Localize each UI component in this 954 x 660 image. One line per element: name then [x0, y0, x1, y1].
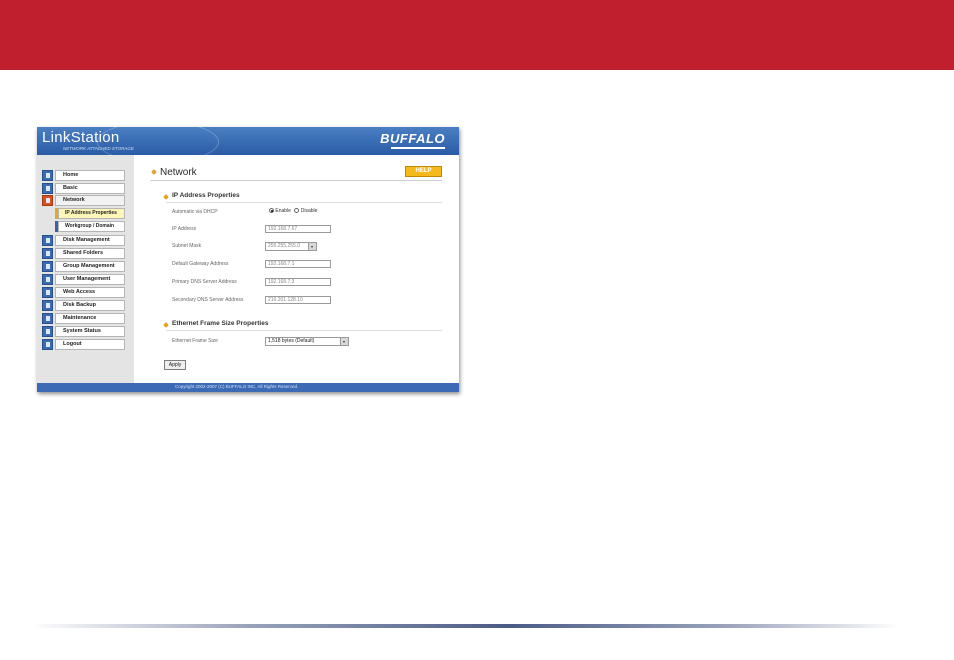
- basic-icon: [42, 183, 53, 194]
- copyright-text: Copyright 2002-2007 (C) BUFFALO INC. All…: [175, 384, 299, 389]
- frame-size-label: Ethernet Frame Size: [172, 338, 218, 344]
- primary-dns-label: Primary DNS Server Address: [172, 279, 237, 285]
- ip-address-label: IP Address: [172, 226, 197, 232]
- sidebar-item-label: Basic: [55, 183, 125, 194]
- brand-subtitle: NETWORK ATTACHED STORAGE: [63, 146, 134, 151]
- sidebar-item-label: System Status: [55, 326, 125, 337]
- sidebar-item-logout[interactable]: Logout: [42, 339, 125, 350]
- sidebar-item-group-management[interactable]: Group Management: [42, 261, 125, 272]
- chevron-down-icon: [340, 338, 348, 345]
- sidebar-subitem-workgroup-domain[interactable]: Workgroup / Domain: [55, 221, 125, 232]
- sidebar-item-label: Group Management: [55, 261, 125, 272]
- dhcp-disable-label: Disable: [300, 208, 318, 214]
- home-icon: [42, 170, 53, 181]
- ip-section-title: IP Address Properties: [172, 192, 240, 199]
- sidebar-item-label: Logout: [55, 339, 125, 350]
- user-icon: [42, 274, 53, 285]
- bottom-divider: [30, 624, 900, 628]
- buffalo-logo: BUFFALO: [380, 131, 445, 146]
- secondary-dns-label: Secondary DNS Server Address: [172, 297, 244, 303]
- sidebar-item-label: User Management: [55, 274, 125, 285]
- subnet-mask-select[interactable]: 255.255.255.0: [265, 242, 317, 251]
- sidebar-item-home[interactable]: Home: [42, 170, 125, 181]
- folder-icon: [42, 248, 53, 259]
- title-arrow-icon: [151, 169, 157, 175]
- backup-icon: [42, 300, 53, 311]
- gateway-label: Default Gateway Address: [172, 261, 229, 267]
- disk-icon: [42, 235, 53, 246]
- apply-button[interactable]: Apply: [164, 360, 186, 370]
- top-banner: [0, 0, 954, 70]
- sidebar: Home Basic Network IP Address Properties…: [37, 155, 134, 383]
- sidebar-item-label: Home: [55, 170, 125, 181]
- dhcp-label: Automatic via DHCP: [172, 209, 218, 215]
- title-divider: [150, 180, 442, 181]
- frame-size-value: 1,518 bytes (Default): [268, 338, 315, 344]
- main-content: Network HELP IP Address Properties Autom…: [134, 155, 459, 383]
- primary-dns-input[interactable]: 192.168.7.3: [265, 278, 331, 286]
- app-header: LinkStation NETWORK ATTACHED STORAGE BUF…: [37, 127, 459, 163]
- network-icon: [42, 195, 53, 206]
- web-icon: [42, 287, 53, 298]
- dhcp-disable-radio[interactable]: [294, 208, 300, 214]
- status-icon: [42, 326, 53, 337]
- sidebar-item-maintenance[interactable]: Maintenance: [42, 313, 125, 324]
- sidebar-item-user-management[interactable]: User Management: [42, 274, 125, 285]
- logout-icon: [42, 339, 53, 350]
- frame-section-divider: [166, 330, 442, 331]
- sidebar-item-disk-management[interactable]: Disk Management: [42, 235, 125, 246]
- ip-section-divider: [166, 202, 442, 203]
- sidebar-subitem-ip-address-properties[interactable]: IP Address Properties: [55, 208, 125, 219]
- subnet-mask-value: 255.255.255.0: [268, 243, 300, 249]
- gateway-input[interactable]: 192.168.7.1: [265, 260, 331, 268]
- sidebar-item-label: Disk Backup: [55, 300, 125, 311]
- sidebar-item-web-access[interactable]: Web Access: [42, 287, 125, 298]
- dhcp-enable-label: Enable: [275, 208, 291, 214]
- frame-size-select[interactable]: 1,518 bytes (Default): [265, 337, 349, 346]
- secondary-dns-input[interactable]: 216.201.128.10: [265, 296, 331, 304]
- brand-name: LinkStation: [42, 129, 120, 146]
- sidebar-item-label: Network: [55, 195, 125, 206]
- sidebar-item-label: Disk Management: [55, 235, 125, 246]
- chevron-down-icon: [308, 243, 316, 250]
- sidebar-item-label: Shared Folders: [55, 248, 125, 259]
- ip-address-input[interactable]: 192.168.7.67: [265, 225, 331, 233]
- dhcp-radio-group: Enable Disable: [269, 208, 317, 214]
- logo-underline: [391, 147, 445, 149]
- sidebar-item-label: Web Access: [55, 287, 125, 298]
- frame-section-title: Ethernet Frame Size Properties: [172, 320, 269, 327]
- maintenance-icon: [42, 313, 53, 324]
- section-arrow-icon: [163, 194, 169, 200]
- sidebar-subitem-label: IP Address Properties: [58, 208, 125, 219]
- page-title: Network: [160, 167, 197, 178]
- section-arrow-icon: [163, 322, 169, 328]
- sidebar-item-network[interactable]: Network: [42, 195, 125, 206]
- linkstation-screenshot: LinkStation NETWORK ATTACHED STORAGE BUF…: [37, 127, 459, 392]
- sidebar-item-basic[interactable]: Basic: [42, 183, 125, 194]
- app-footer: Copyright 2002-2007 (C) BUFFALO INC. All…: [37, 383, 459, 392]
- group-icon: [42, 261, 53, 272]
- sidebar-item-label: Maintenance: [55, 313, 125, 324]
- sidebar-subitem-label: Workgroup / Domain: [58, 221, 125, 232]
- sidebar-item-shared-folders[interactable]: Shared Folders: [42, 248, 125, 259]
- sidebar-item-disk-backup[interactable]: Disk Backup: [42, 300, 125, 311]
- subnet-mask-label: Subnet Mask: [172, 243, 202, 249]
- sidebar-item-system-status[interactable]: System Status: [42, 326, 125, 337]
- help-button[interactable]: HELP: [405, 166, 442, 177]
- dhcp-enable-radio[interactable]: [269, 208, 274, 214]
